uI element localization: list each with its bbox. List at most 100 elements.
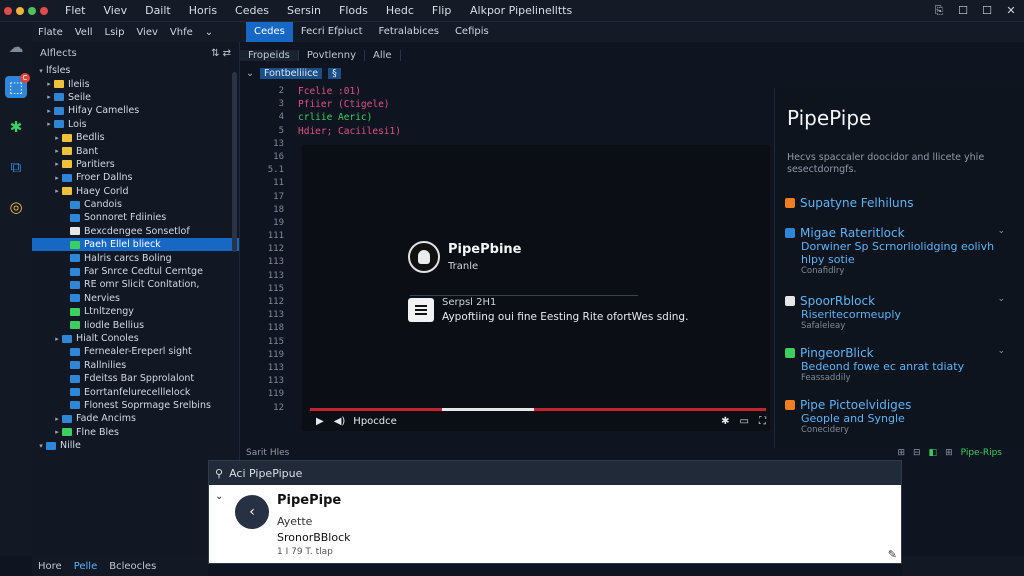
tree-item[interactable]: ▾ lfsles xyxy=(32,64,239,77)
chevron-down-icon[interactable]: ⌄ xyxy=(215,491,223,502)
chevron-down-icon[interactable]: ⌄ xyxy=(246,68,254,79)
chevron-right-icon[interactable]: ▸ xyxy=(52,147,62,155)
chevron-right-icon[interactable]: ▸ xyxy=(52,415,62,423)
tree-item[interactable]: ▸ Paritiers xyxy=(32,158,239,171)
edit-icon[interactable]: ✎ xyxy=(888,548,897,561)
tree-item[interactable]: ▸ Lois xyxy=(32,118,239,131)
chevron-down-icon[interactable]: ▾ xyxy=(36,67,46,75)
menu-item[interactable]: Flods xyxy=(330,4,377,17)
tree-item[interactable]: RE omr Slicit Conltation, xyxy=(32,278,239,291)
chevron-down-icon[interactable]: ⌄ xyxy=(997,294,1005,304)
tree-item[interactable]: Ltnltzengy xyxy=(32,305,239,318)
cloud-icon[interactable]: ☁ xyxy=(5,36,27,58)
status-item-active[interactable]: Pelle xyxy=(68,561,104,572)
subtab-povtlenny[interactable]: Povtlenny xyxy=(299,49,366,61)
tree-item[interactable]: ▸ Froer Dallns xyxy=(32,171,239,184)
tree-item[interactable]: Candois xyxy=(32,198,239,211)
close-dot[interactable] xyxy=(4,6,12,15)
maximize-dot[interactable] xyxy=(28,6,36,15)
progress-played[interactable] xyxy=(442,408,535,411)
tree-item[interactable]: Eorrtanfelurecelllelock xyxy=(32,385,239,398)
chevron-right-icon[interactable]: ▸ xyxy=(52,428,62,436)
tree-item[interactable]: Halris carcs Boling xyxy=(32,251,239,264)
menu2-item[interactable]: Vhfe xyxy=(164,27,199,38)
tree-item[interactable]: Fernealer-Ereperl sight xyxy=(32,345,239,358)
tree-item[interactable]: Nervies xyxy=(32,292,239,305)
tile-icon[interactable]: ☐ xyxy=(978,2,996,20)
subtab-fropeids[interactable]: Fropeids xyxy=(240,49,299,61)
menu-item[interactable]: Dailt xyxy=(136,4,180,17)
chevron-down-icon[interactable]: ▾ xyxy=(36,442,46,450)
tab-cedes[interactable]: Cedes xyxy=(246,22,293,42)
menu-item[interactable]: Flet xyxy=(56,4,94,17)
subtab-alle[interactable]: Alle xyxy=(365,49,401,61)
chevron-right-icon[interactable]: ▸ xyxy=(44,107,54,115)
tree-item[interactable]: Far Snrce Cedtul Cerntge xyxy=(32,265,239,278)
menu-item[interactable]: Horis xyxy=(180,4,226,17)
tree-item[interactable]: ▸ Bant xyxy=(32,144,239,157)
grid-icon[interactable]: ⊞ xyxy=(897,448,905,458)
menu2-item[interactable]: Lsip xyxy=(99,27,131,38)
tree-item[interactable]: Flonest Soprmage Srelbins xyxy=(32,399,239,412)
status-item[interactable]: Bcleocles xyxy=(103,561,162,572)
chevron-down-icon[interactable]: ⌄ xyxy=(997,226,1005,236)
tree-item[interactable]: Paeh Ellel blieck xyxy=(32,238,239,252)
tree-item[interactable]: ▸ Hifay Camelles xyxy=(32,104,239,117)
tree-item[interactable]: Sonnoret Fdiinies xyxy=(32,211,239,224)
panel-item[interactable]: Migae Rateritlock Dorwiner Sp Scrnorlioli… xyxy=(785,226,1015,276)
menu2-item[interactable]: Flate xyxy=(32,27,69,38)
settings-icon[interactable]: ✱ xyxy=(721,416,729,427)
play-icon[interactable]: ▶ xyxy=(316,416,324,427)
tree-item[interactable]: ▾ Nille xyxy=(32,439,239,452)
tree-item[interactable]: Rallnilies xyxy=(32,359,239,372)
tree-item[interactable]: ▸ Fade Ancims xyxy=(32,412,239,425)
chevron-right-icon[interactable]: ▸ xyxy=(52,335,62,343)
fullscreen-icon[interactable]: ⛶ xyxy=(759,416,766,427)
chevron-right-icon[interactable]: ▸ xyxy=(52,187,62,195)
video-player[interactable]: PipePbine Tranle Serpsl 2H1 Aypoftiing o… xyxy=(302,145,770,431)
chevron-down-icon[interactable]: ⌄ xyxy=(997,346,1005,356)
back-button[interactable]: ‹ xyxy=(235,495,269,529)
debug-icon[interactable]: ✱ xyxy=(5,116,27,138)
tree-item[interactable]: ▸ Haey Corld xyxy=(32,185,239,198)
menu2-item[interactable]: Vell xyxy=(69,27,99,38)
chevron-right-icon[interactable]: ▸ xyxy=(44,80,54,88)
tree-item[interactable]: Bexcdengee Sonsetlof xyxy=(32,225,239,238)
panel-icon[interactable]: ⊞ xyxy=(945,448,953,458)
tree-item[interactable]: ▸ Bedlis xyxy=(32,131,239,144)
tree-item[interactable]: ▸ Seile xyxy=(32,91,239,104)
minimize-dot[interactable] xyxy=(16,6,24,15)
chevron-right-icon[interactable]: ▸ xyxy=(52,134,62,142)
tree-item[interactable]: ▸ Flne Bles xyxy=(32,426,239,439)
tab-cefipis[interactable]: Cefipis xyxy=(447,22,497,42)
menu-item[interactable]: Flip xyxy=(423,4,460,17)
panel-item[interactable]: PingeorBlick Bedeond fowe ec anrat tdiaty… xyxy=(785,346,1015,383)
code-area[interactable]: Fcelie :01) Pfiier (Ctigele) crliie Aeric)… xyxy=(298,86,401,139)
chevron-right-icon[interactable]: ▸ xyxy=(52,174,62,182)
volume-icon[interactable]: ◀) xyxy=(334,416,346,427)
menu-item[interactable]: Hedc xyxy=(377,4,423,17)
tree-item[interactable]: Fdeitss Bar Spprolalont xyxy=(32,372,239,385)
progress-bar[interactable] xyxy=(310,408,766,411)
breadcrumb-item[interactable]: Fontbeliiice xyxy=(259,68,323,79)
layout-icon[interactable]: ◧ xyxy=(929,448,938,458)
captions-icon[interactable]: ▭ xyxy=(740,416,749,427)
account-icon[interactable]: ◎ xyxy=(5,196,27,218)
chevron-right-icon[interactable]: ▸ xyxy=(44,93,54,101)
maximize-icon[interactable]: ☐ xyxy=(954,2,972,20)
menu-item[interactable]: Viev xyxy=(94,4,136,17)
chevron-down-icon[interactable]: ⌄ xyxy=(199,27,219,38)
panel-item[interactable]: Supatyne Felhiluns xyxy=(785,196,1015,210)
restore-icon[interactable]: ⎘ xyxy=(930,2,948,20)
chevron-right-icon[interactable]: ▸ xyxy=(52,160,62,168)
tree-item[interactable]: ▸ Hialt Conoles xyxy=(32,332,239,345)
tab-fetralabices[interactable]: Fetralabices xyxy=(371,22,447,42)
source-control-icon[interactable]: ⬚ C xyxy=(5,73,30,98)
menu-item[interactable]: Cedes xyxy=(226,4,278,17)
tab-fecri[interactable]: Fecri Efpiuct xyxy=(293,22,371,42)
tree-item[interactable]: Iiodle Bellius xyxy=(32,318,239,331)
chevron-right-icon[interactable]: ▸ xyxy=(44,120,54,128)
extra-dot[interactable] xyxy=(40,6,48,15)
menu2-item[interactable]: Viev xyxy=(130,27,163,38)
panel-bar-label[interactable]: Pipe-Rips xyxy=(961,448,1002,458)
